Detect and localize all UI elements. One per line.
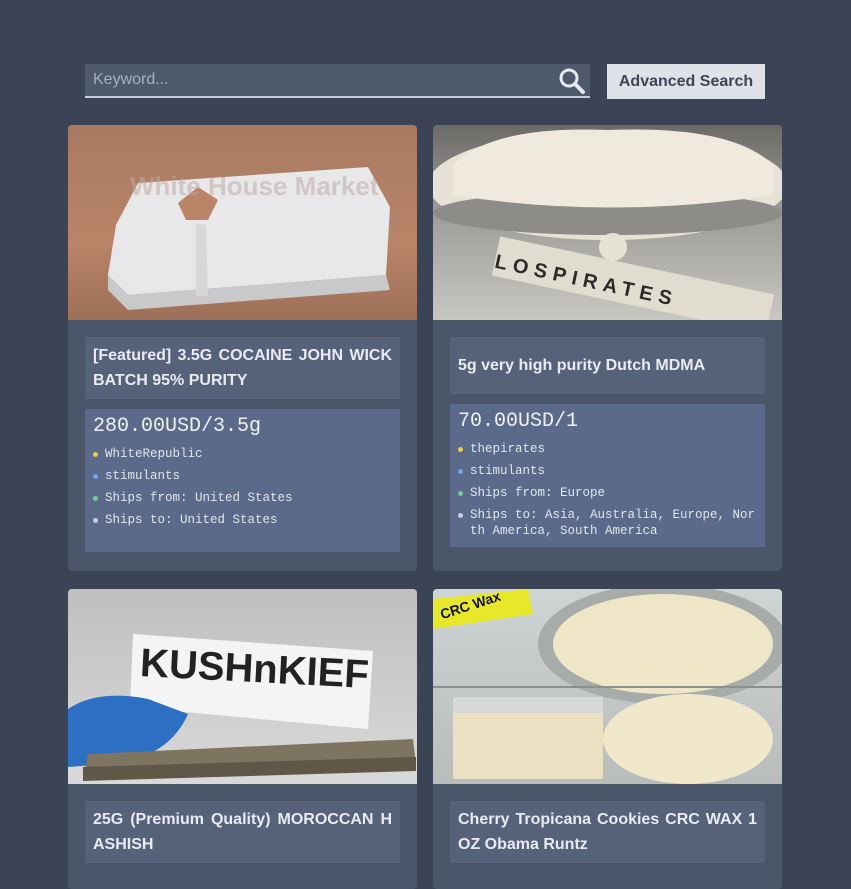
vendor-item[interactable]: thepirates: [458, 441, 757, 457]
product-photo: [433, 589, 782, 784]
listing-title-text[interactable]: 5g very high purity Dutch MDMA: [458, 353, 705, 378]
listing-price: 70.00USD/1: [458, 410, 579, 433]
listing-card[interactable]: White House Market [Featured] 3.5G COCAI…: [68, 125, 417, 571]
listing-image[interactable]: LOSPIRATES: [433, 125, 782, 320]
category-dot: [458, 469, 463, 474]
ships-from-item: Ships from: United States: [93, 490, 392, 506]
ships-to-item: Ships to: Asia, Australia, Europe, North…: [458, 507, 757, 539]
ships-from-dot: [458, 491, 463, 496]
ships-to-dot: [458, 513, 463, 518]
listing-title[interactable]: Cherry Tropicana Cookies CRC WAX 1 OZ Ob…: [450, 801, 765, 863]
listing-title-text[interactable]: 25G (Premium Quality) MOROCCAN HASHISH: [93, 807, 392, 857]
vendor-item[interactable]: WhiteRepublic: [93, 446, 392, 462]
listing-image[interactable]: White House Market: [68, 125, 417, 320]
category-item[interactable]: stimulants: [93, 468, 392, 484]
category-dot: [93, 474, 98, 479]
search-input[interactable]: [85, 64, 561, 96]
listing-title[interactable]: [Featured] 3.5G COCAINE JOHN WICK BATCH …: [85, 337, 400, 399]
listing-info: 70.00USD/1 thepirates stimulants Ships f…: [450, 404, 765, 547]
search-icon[interactable]: [558, 67, 586, 95]
ships-from-item: Ships from: Europe: [458, 485, 757, 501]
ships-to-dot: [93, 518, 98, 523]
listing-image[interactable]: KUSHnKIEF: [68, 589, 417, 784]
listing-card[interactable]: CRC Wax Cherry Tropicana Cookies CRC WAX…: [433, 589, 782, 889]
vendor-dot: [458, 447, 463, 452]
listing-info: 280.00USD/3.5g WhiteRepublic stimulants …: [85, 409, 400, 552]
advanced-search-button[interactable]: Advanced Search: [607, 64, 765, 99]
listing-card[interactable]: LOSPIRATES 5g very high purity Dutch MDM…: [433, 125, 782, 571]
vendor-dot: [93, 452, 98, 457]
ships-to-item: Ships to: United States: [93, 512, 392, 528]
search-bar: [85, 64, 590, 98]
product-photo: [108, 167, 390, 310]
listing-image[interactable]: CRC Wax: [433, 589, 782, 784]
ships-from-dot: [93, 496, 98, 501]
image-watermark: White House Market: [130, 171, 379, 201]
listing-title-text[interactable]: [Featured] 3.5G COCAINE JOHN WICK BATCH …: [93, 343, 392, 393]
listing-title-text[interactable]: Cherry Tropicana Cookies CRC WAX 1 OZ Ob…: [458, 807, 757, 857]
listing-title[interactable]: 25G (Premium Quality) MOROCCAN HASHISH: [85, 801, 400, 863]
listing-card[interactable]: KUSHnKIEF 25G (Premium Quality) MOROCCAN…: [68, 589, 417, 889]
listing-price: 280.00USD/3.5g: [93, 415, 262, 438]
category-item[interactable]: stimulants: [458, 463, 757, 479]
listing-title[interactable]: 5g very high purity Dutch MDMA: [450, 337, 765, 394]
